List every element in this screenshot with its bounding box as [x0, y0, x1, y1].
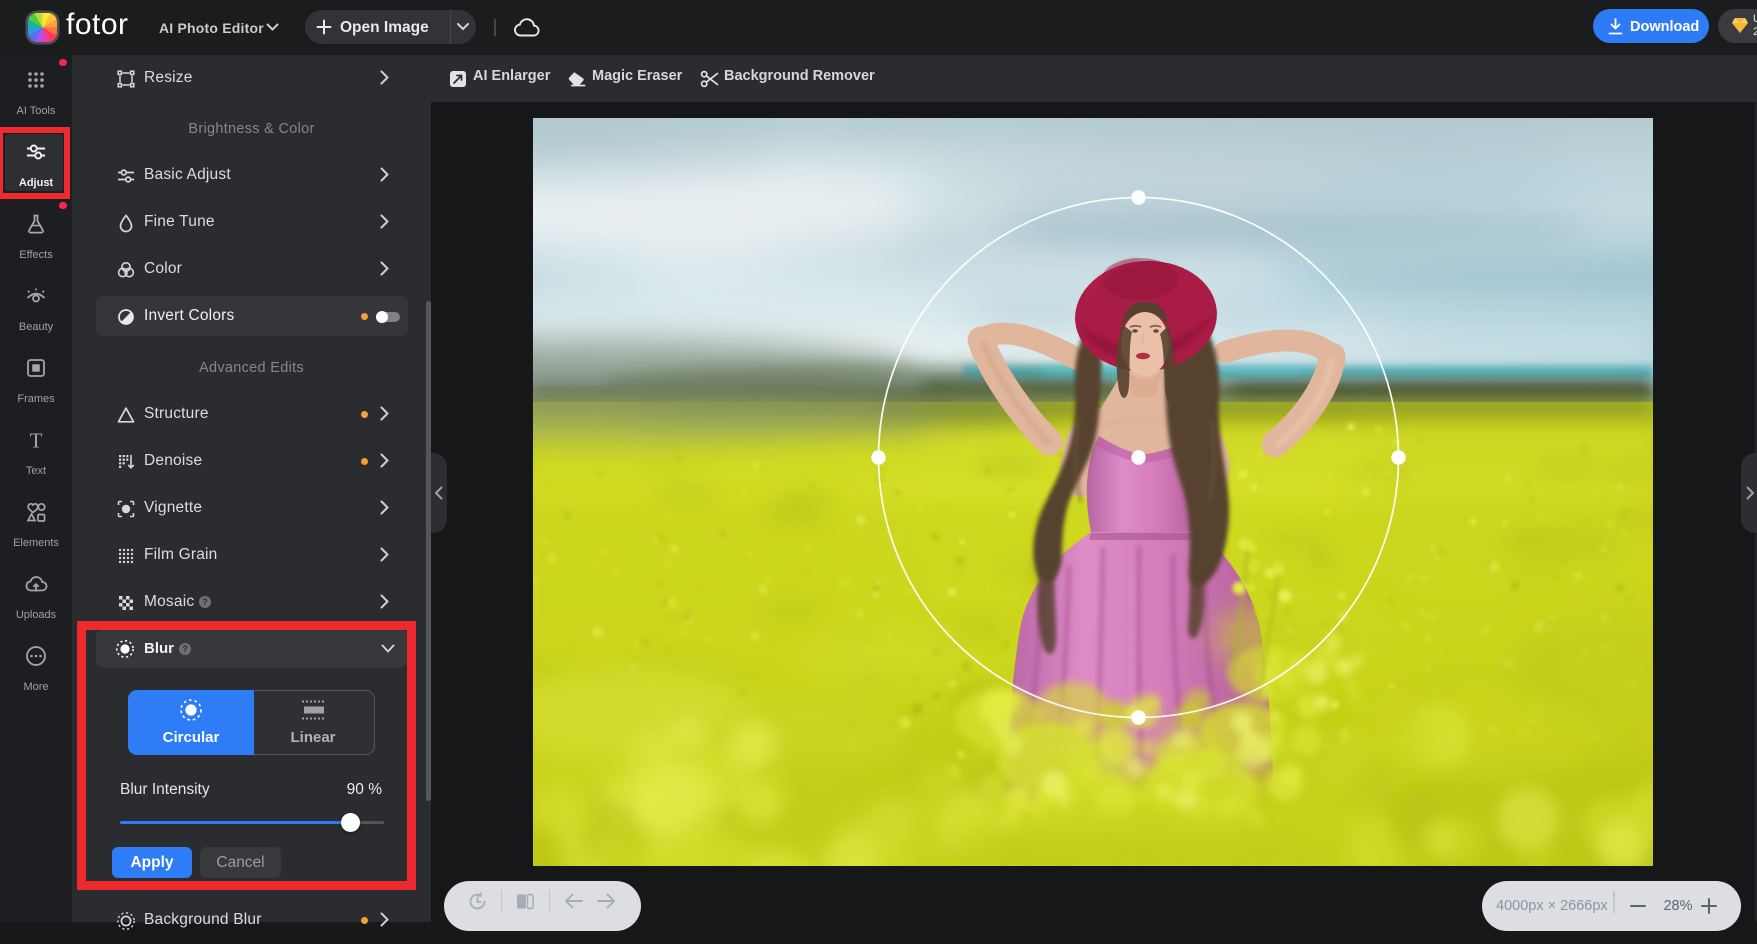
svg-text:T: T: [30, 428, 43, 452]
